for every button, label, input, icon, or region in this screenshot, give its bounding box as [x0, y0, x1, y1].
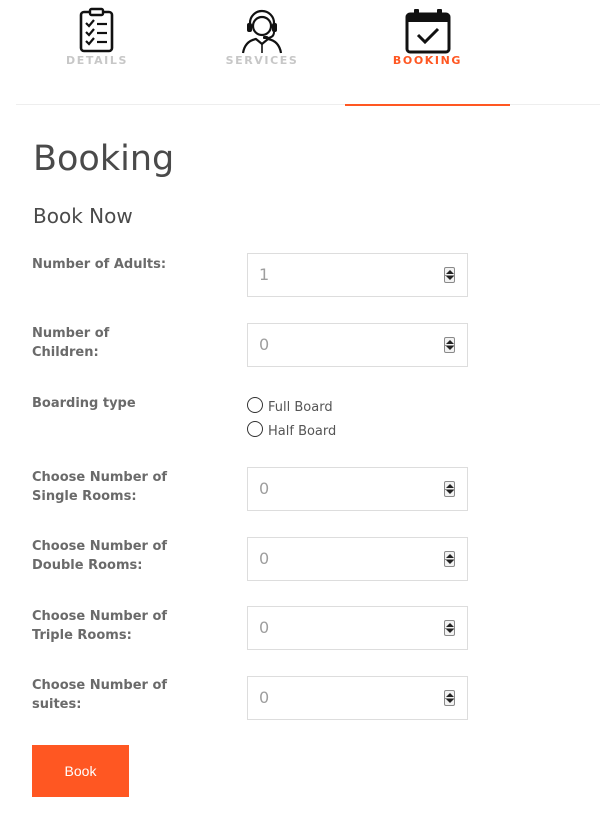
adults-input[interactable]: 1: [247, 253, 468, 297]
triple-rooms-input[interactable]: 0: [247, 606, 468, 650]
double-rooms-value: 0: [259, 549, 270, 568]
triple-rooms-value: 0: [259, 618, 270, 637]
tab-services[interactable]: SERVICES: [181, 0, 343, 105]
single-rooms-label: Choose Number of Single Rooms:: [32, 470, 168, 504]
double-rooms-label: Choose Number of Double Rooms:: [32, 539, 168, 573]
suites-spinner[interactable]: [444, 690, 455, 706]
tab-label: BOOKING: [392, 54, 463, 67]
tab-details[interactable]: DETAILS: [16, 0, 178, 105]
step-tabs: DETAILS SERVICES BOOKING: [16, 0, 600, 106]
triple-rooms-spinner[interactable]: [444, 620, 455, 636]
children-label: Number of Children:: [32, 326, 110, 360]
single-rooms-spinner[interactable]: [444, 481, 455, 497]
children-input[interactable]: 0: [247, 323, 468, 367]
adults-value: 1: [259, 265, 270, 284]
tab-label: DETAILS: [65, 54, 129, 67]
adults-spinner[interactable]: [444, 267, 455, 283]
active-tab-indicator: [345, 104, 510, 106]
support-agent-icon: [241, 9, 283, 54]
book-button[interactable]: Book: [32, 745, 129, 797]
section-title: Book Now: [33, 204, 133, 228]
tab-label: SERVICES: [225, 54, 299, 67]
double-rooms-spinner[interactable]: [444, 551, 455, 567]
triple-rooms-label: Choose Number of Triple Rooms:: [32, 609, 168, 643]
tab-booking[interactable]: BOOKING: [345, 0, 510, 106]
double-rooms-input[interactable]: 0: [247, 537, 468, 581]
children-spinner[interactable]: [444, 337, 455, 353]
calendar-check-icon: [405, 9, 450, 54]
adults-label: Number of Adults:: [32, 257, 167, 272]
single-rooms-value: 0: [259, 479, 270, 498]
radio-button[interactable]: [247, 397, 263, 413]
checklist-icon: [79, 7, 114, 53]
single-rooms-input[interactable]: 0: [247, 467, 468, 511]
suites-label: Choose Number of suites:: [32, 678, 168, 712]
suites-value: 0: [259, 688, 270, 707]
radio-button[interactable]: [247, 421, 263, 437]
suites-input[interactable]: 0: [247, 676, 468, 720]
boarding-type-label: Boarding type: [32, 396, 136, 411]
children-value: 0: [259, 335, 270, 354]
full-board-label: Full Board: [268, 400, 333, 415]
half-board-label: Half Board: [268, 424, 337, 439]
page-title: Booking: [33, 139, 175, 179]
